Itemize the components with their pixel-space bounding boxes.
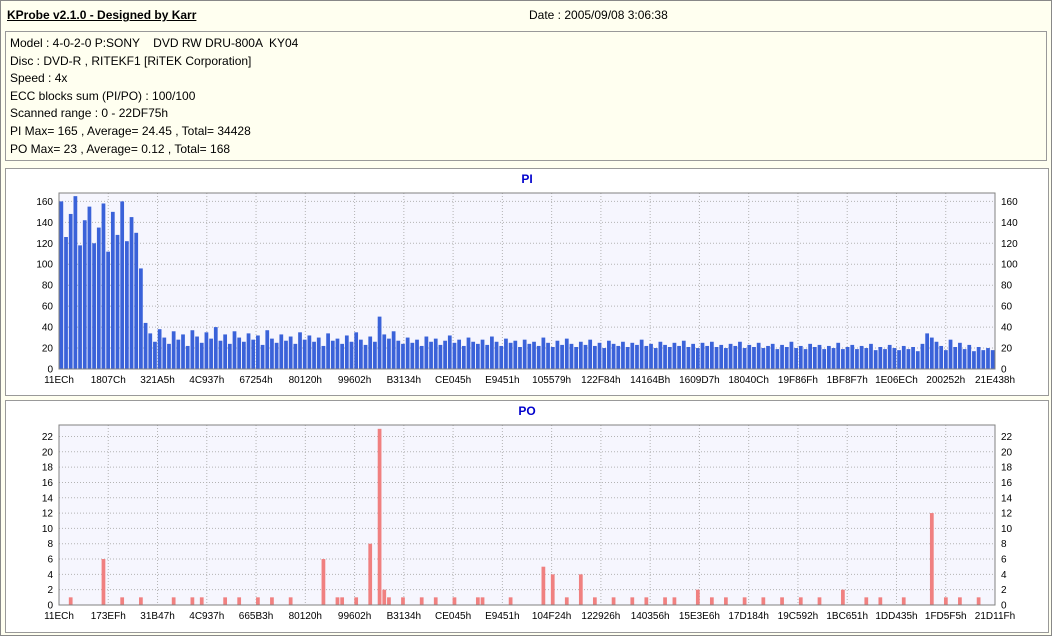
svg-text:321A5h: 321A5h	[140, 375, 174, 386]
svg-text:31B47h: 31B47h	[140, 611, 174, 622]
svg-text:0: 0	[47, 365, 53, 376]
svg-text:140: 140	[36, 218, 53, 229]
svg-text:18: 18	[42, 463, 54, 474]
svg-text:18: 18	[1001, 463, 1013, 474]
info-po-summary: PO Max= 23 , Average= 0.12 , Total= 168	[10, 141, 231, 156]
svg-text:200252h: 200252h	[926, 375, 965, 386]
svg-text:80: 80	[42, 281, 54, 292]
svg-text:1E06ECh: 1E06ECh	[875, 375, 918, 386]
svg-text:173EFh: 173EFh	[91, 611, 126, 622]
svg-text:6: 6	[1001, 555, 1007, 566]
po-chart-title: PO	[518, 404, 536, 418]
info-pi-summary: PI Max= 165 , Average= 24.45 , Total= 34…	[10, 123, 251, 138]
info-ecc-blocks: ECC blocks sum (PI/PO) : 100/100	[10, 88, 196, 103]
svg-text:4C937h: 4C937h	[189, 611, 224, 622]
info-speed: Speed : 4x	[10, 71, 68, 86]
scan-info-box: Model : 4-0-2-0 P:SONY DVD RW DRU-800A K…	[5, 31, 1047, 161]
svg-text:0: 0	[47, 601, 53, 612]
kprobe-window: KProbe v2.1.0 - Designed by Karr Date : …	[0, 0, 1052, 636]
svg-text:12: 12	[42, 509, 54, 520]
svg-text:60: 60	[42, 302, 54, 313]
po-chart: 0 02 24 46 68 810 1012 1214 1416 1618 1820 2022 2211…	[42, 424, 1015, 622]
svg-text:80120h: 80120h	[289, 611, 322, 622]
svg-text:8: 8	[47, 539, 53, 550]
svg-text:1BC651h: 1BC651h	[826, 611, 868, 622]
svg-text:1BF8F7h: 1BF8F7h	[827, 375, 868, 386]
svg-text:4C937h: 4C937h	[189, 375, 224, 386]
svg-text:0: 0	[1001, 365, 1007, 376]
svg-text:20: 20	[42, 447, 54, 458]
svg-text:15E3E6h: 15E3E6h	[679, 611, 720, 622]
svg-text:160: 160	[1001, 197, 1018, 208]
svg-text:60: 60	[1001, 302, 1013, 313]
svg-text:122926h: 122926h	[581, 611, 620, 622]
svg-text:16: 16	[1001, 478, 1013, 489]
pi-chart: 0 0 20 20 40 40 60 60 80 80 100 100 120 120 140 140 160 1…	[36, 192, 1018, 386]
svg-text:80120h: 80120h	[289, 375, 322, 386]
svg-text:2: 2	[1001, 585, 1007, 596]
svg-text:100: 100	[36, 260, 53, 271]
app-title: KProbe v2.1.0 - Designed by Karr	[7, 8, 197, 22]
svg-text:CE045h: CE045h	[435, 611, 471, 622]
svg-text:665B3h: 665B3h	[239, 611, 273, 622]
svg-text:20: 20	[1001, 344, 1013, 355]
svg-text:6: 6	[47, 555, 53, 566]
svg-text:2: 2	[47, 585, 53, 596]
scan-date: Date : 2005/09/08 3:06:38	[529, 8, 668, 22]
po-chart-panel: PO 0 0 2 2 4 4 6 6 8 8 10 10 12 12 14 14 16 16 18 18 20 20 22 2…	[5, 400, 1049, 633]
svg-text:104F24h: 104F24h	[532, 611, 571, 622]
svg-text:14: 14	[42, 493, 54, 504]
svg-text:10: 10	[1001, 524, 1013, 535]
svg-text:21E438h: 21E438h	[975, 375, 1015, 386]
svg-text:100: 100	[1001, 260, 1018, 271]
info-disc: Disc : DVD-R , RITEKF1 [RiTEK Corporatio…	[10, 53, 252, 68]
svg-text:120: 120	[1001, 239, 1018, 250]
svg-text:8: 8	[1001, 539, 1007, 550]
svg-text:14164Bh: 14164Bh	[630, 375, 670, 386]
svg-text:80: 80	[1001, 281, 1013, 292]
svg-text:19F86Fh: 19F86Fh	[778, 375, 818, 386]
svg-text:160: 160	[36, 197, 53, 208]
svg-text:1DD435h: 1DD435h	[875, 611, 917, 622]
svg-text:40: 40	[42, 323, 54, 334]
svg-text:20: 20	[1001, 447, 1013, 458]
svg-text:CE045h: CE045h	[435, 375, 471, 386]
svg-text:40: 40	[1001, 323, 1013, 334]
svg-text:22: 22	[42, 432, 54, 443]
pi-chart-title: PI	[521, 172, 533, 186]
svg-text:99602h: 99602h	[338, 611, 371, 622]
svg-text:17D184h: 17D184h	[728, 611, 769, 622]
svg-text:14: 14	[1001, 493, 1013, 504]
svg-text:19C592h: 19C592h	[778, 611, 819, 622]
svg-text:0: 0	[1001, 601, 1007, 612]
svg-text:140356h: 140356h	[631, 611, 670, 622]
svg-text:12: 12	[1001, 509, 1013, 520]
svg-text:B3134h: B3134h	[387, 611, 421, 622]
svg-text:1FD5F5h: 1FD5F5h	[925, 611, 967, 622]
svg-text:99602h: 99602h	[338, 375, 371, 386]
svg-text:18040Ch: 18040Ch	[728, 375, 769, 386]
pi-chart-panel: PI 0 0 20 20 40 40 60 60 80 80 100 100 120 120 140 140 1…	[5, 168, 1049, 396]
svg-text:11ECh: 11ECh	[44, 611, 74, 622]
svg-text:4: 4	[47, 570, 53, 581]
svg-text:21D11Fh: 21D11Fh	[975, 611, 1015, 622]
svg-text:1807Ch: 1807Ch	[91, 375, 126, 386]
svg-text:E9451h: E9451h	[485, 611, 519, 622]
svg-text:16: 16	[42, 478, 54, 489]
svg-text:122F84h: 122F84h	[581, 375, 620, 386]
svg-text:E9451h: E9451h	[485, 375, 519, 386]
svg-text:10: 10	[42, 524, 54, 535]
svg-text:4: 4	[1001, 570, 1007, 581]
svg-text:67254h: 67254h	[239, 375, 272, 386]
svg-text:120: 120	[36, 239, 53, 250]
svg-text:B3134h: B3134h	[387, 375, 421, 386]
svg-text:1609D7h: 1609D7h	[679, 375, 720, 386]
svg-text:105579h: 105579h	[532, 375, 571, 386]
svg-text:11ECh: 11ECh	[44, 375, 74, 386]
info-model: Model : 4-0-2-0 P:SONY DVD RW DRU-800A K…	[10, 36, 299, 50]
svg-text:140: 140	[1001, 218, 1018, 229]
info-scanned-range: Scanned range : 0 - 22DF75h	[10, 106, 169, 121]
svg-text:22: 22	[1001, 432, 1013, 443]
svg-text:20: 20	[42, 344, 54, 355]
